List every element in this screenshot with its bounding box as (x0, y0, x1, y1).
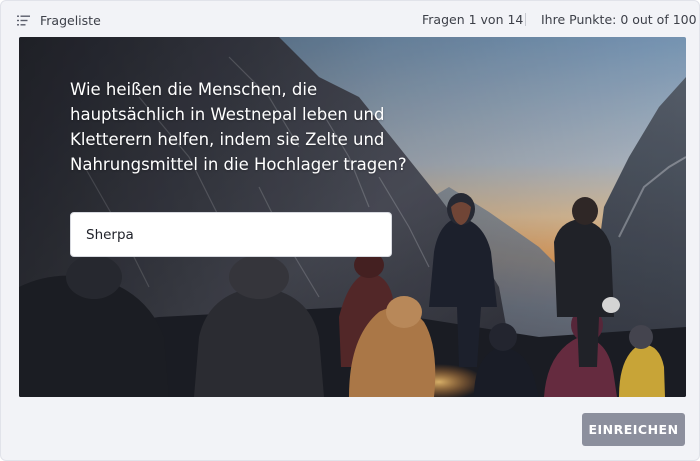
question-hero-image: Wie heißen die Menschen, die hauptsächli… (19, 37, 686, 397)
question-list-label: Frageliste (40, 12, 101, 28)
quiz-top-bar: Frageliste Fragen 1 von 14 Ihre Punkte: … (1, 1, 700, 37)
submit-button[interactable]: EINREICHEN (582, 413, 685, 446)
points-display: Ihre Punkte: 0 out of 100 (541, 12, 697, 27)
quiz-window: Frageliste Fragen 1 von 14 Ihre Punkte: … (0, 0, 700, 461)
list-icon (17, 15, 30, 25)
question-text: Wie heißen die Menschen, die hauptsächli… (70, 80, 407, 174)
question-counter: Fragen 1 von 14 (422, 12, 524, 27)
divider (525, 13, 526, 26)
question-list-button[interactable]: Frageliste (17, 10, 101, 30)
answer-input[interactable] (70, 212, 392, 257)
